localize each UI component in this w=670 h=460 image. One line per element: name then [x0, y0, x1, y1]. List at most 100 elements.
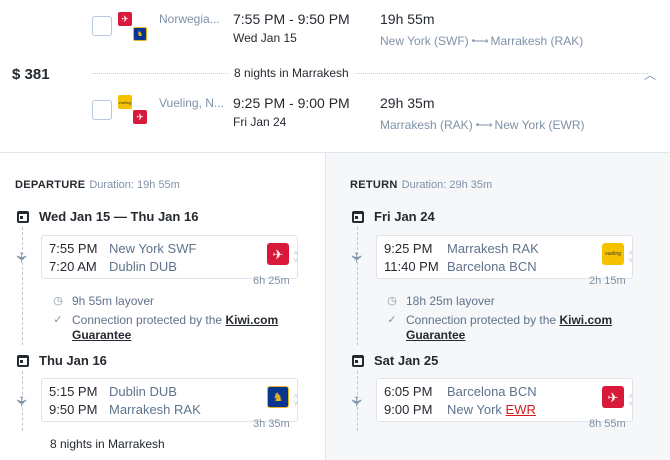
inbound-duration: 29h 35m [380, 95, 435, 111]
norwegian-logo-icon: ✈ [133, 110, 147, 124]
segment-card[interactable]: 5:15 PM Dublin DUB 9:50 PM Marrakesh RAK… [41, 378, 298, 422]
collapse-chevron-icon[interactable]: ︿ [644, 66, 656, 83]
departure-day-1: Wed Jan 15 — Thu Jan 16 [17, 209, 198, 224]
segment-dep-time: 5:15 PM [49, 384, 98, 399]
segment-dep-place: Barcelona BCN [447, 384, 537, 399]
outbound-route: New York (SWF) •⟶ Marrakesh (RAK) [380, 34, 583, 48]
plane-icon: ✈ [348, 395, 365, 408]
segment-arr-time: 11:40 PM [384, 259, 439, 274]
plane-icon: ✈ [348, 251, 365, 264]
outbound-date: Wed Jan 15 [233, 31, 297, 45]
inbound-date: Fri Jan 24 [233, 115, 287, 129]
departure-day-2: Thu Jan 16 [17, 353, 107, 368]
return-duration: Duration: 29h 35m [401, 179, 493, 191]
segment-arr-place: Marrakesh RAK [109, 402, 201, 417]
clock-icon: ◷ [387, 295, 397, 307]
inbound-to: New York (EWR) [494, 118, 585, 132]
layover-text: 9h 55m layover [72, 294, 155, 308]
return-header: RETURN Duration: 29h 35m [350, 179, 492, 191]
kiwi-link[interactable]: Kiwi.com [225, 313, 278, 327]
inbound-carrier: Vueling, N... [159, 96, 224, 110]
layover-info: ◷ 18h 25m layover [386, 294, 495, 309]
segment-duration: 2h 15m [589, 275, 626, 287]
segment-arr-place: Barcelona BCN [447, 259, 537, 274]
segment-card[interactable]: 7:55 PM New York SWF 7:20 AM Dublin DUB … [41, 235, 298, 279]
clock-icon: ◷ [53, 295, 63, 307]
segment-dep-place: Marrakesh RAK [447, 241, 539, 256]
timeline-line [357, 227, 358, 345]
calendar-icon [17, 210, 29, 223]
layover-text: 18h 25m layover [406, 294, 495, 308]
segment-arr-city: New York [447, 402, 502, 417]
calendar-icon [17, 354, 29, 367]
vueling-logo-icon: vueling [118, 95, 132, 109]
vueling-logo-icon: vueling [602, 243, 624, 265]
outbound-carrier: Norwegia... [159, 12, 220, 26]
plane-icon: ✈ [13, 251, 30, 264]
guarantee-text: Connection protected by the [406, 313, 557, 327]
ryanair-logo-icon: ♞ [267, 386, 289, 408]
departure-nights: 8 nights in Marrakesh [50, 437, 165, 451]
kiwi-link[interactable]: Kiwi.com [559, 313, 612, 327]
expand-chevron-icon[interactable]: ˄ ˅ [293, 393, 298, 408]
return-day-2: Sat Jan 25 [352, 353, 438, 368]
expand-chevron-icon[interactable]: ˄ ˅ [628, 250, 633, 265]
inbound-times: 9:25 PM - 9:00 PM [233, 95, 350, 111]
expand-chevron-icon[interactable]: ˄ ˅ [293, 250, 298, 265]
guarantee-link[interactable]: Guarantee [72, 328, 131, 342]
guarantee-text: Connection protected by the [72, 313, 223, 327]
segment-arr-place: Dublin DUB [109, 259, 177, 274]
guarantee-link[interactable]: Guarantee [406, 328, 465, 342]
inbound-route: Marrakesh (RAK) •⟶ New York (EWR) [380, 118, 585, 132]
segment-dep-place: New York SWF [109, 241, 197, 256]
return-day-1: Fri Jan 24 [352, 209, 435, 224]
segment-duration: 6h 25m [253, 275, 290, 287]
departure-duration: Duration: 19h 55m [89, 179, 180, 191]
outbound-to: Marrakesh (RAK) [490, 34, 584, 48]
outbound-times: 7:55 PM - 9:50 PM [233, 11, 350, 27]
summary-nights-label: 8 nights in Marrakesh [228, 66, 355, 80]
segment-card[interactable]: 9:25 PM Marrakesh RAK 11:40 PM Barcelona… [376, 235, 633, 279]
calendar-icon [352, 354, 364, 367]
nights-divider [92, 73, 648, 74]
timeline-line [22, 227, 23, 345]
segment-dep-time: 9:25 PM [384, 241, 433, 256]
segment-dep-place: Dublin DUB [109, 384, 177, 399]
plane-icon: ✈ [13, 395, 30, 408]
segment-arr-place: New York EWR [447, 402, 536, 417]
departure-day-1-label: Wed Jan 15 — Thu Jan 16 [39, 209, 199, 224]
segment-duration: 8h 55m [589, 418, 626, 430]
inbound-select-checkbox[interactable] [92, 100, 112, 120]
departure-header: DEPARTURE Duration: 19h 55m [15, 179, 180, 191]
total-price: $ 381 [12, 66, 50, 83]
guarantee-info: ✓ Connection protected by the Kiwi.com Gu… [52, 313, 278, 343]
departure-day-2-label: Thu Jan 16 [39, 353, 107, 368]
departure-label: DEPARTURE [15, 179, 86, 191]
calendar-icon [352, 210, 364, 223]
outbound-from: New York (SWF) [380, 34, 469, 48]
check-icon: ✓ [387, 314, 397, 326]
ryanair-logo-icon: ♞ [133, 27, 147, 41]
norwegian-logo-icon: ✈ [118, 12, 132, 26]
expand-chevron-icon[interactable]: ˄ ˅ [628, 393, 633, 408]
route-arrow-icon: •⟶ [471, 35, 489, 47]
return-panel: RETURN Duration: 29h 35m Fri Jan 24 ✈ 9:2… [325, 153, 670, 460]
norwegian-logo-icon: ✈ [267, 243, 289, 265]
return-day-2-label: Sat Jan 25 [374, 353, 439, 368]
airport-change-warning[interactable]: EWR [506, 402, 536, 417]
departure-panel: DEPARTURE Duration: 19h 55m Wed Jan 15 — … [0, 153, 325, 460]
outbound-duration: 19h 55m [380, 11, 435, 27]
outbound-select-checkbox[interactable] [92, 16, 112, 36]
guarantee-info: ✓ Connection protected by the Kiwi.com Gu… [386, 313, 612, 343]
return-day-1-label: Fri Jan 24 [374, 209, 435, 224]
itinerary-summary[interactable]: $ 381 ✈ ♞ Norwegia... 7:55 PM - 9:50 PM … [0, 0, 670, 152]
segment-dep-time: 6:05 PM [384, 384, 433, 399]
return-label: RETURN [350, 179, 398, 191]
segment-dep-time: 7:55 PM [49, 241, 98, 256]
segment-arr-time: 9:50 PM [49, 402, 98, 417]
segment-card[interactable]: 6:05 PM Barcelona BCN 9:00 PM New York E… [376, 378, 633, 422]
inbound-from: Marrakesh (RAK) [380, 118, 473, 132]
norwegian-logo-icon: ✈ [602, 386, 624, 408]
check-icon: ✓ [53, 314, 63, 326]
layover-info: ◷ 9h 55m layover [52, 294, 154, 309]
